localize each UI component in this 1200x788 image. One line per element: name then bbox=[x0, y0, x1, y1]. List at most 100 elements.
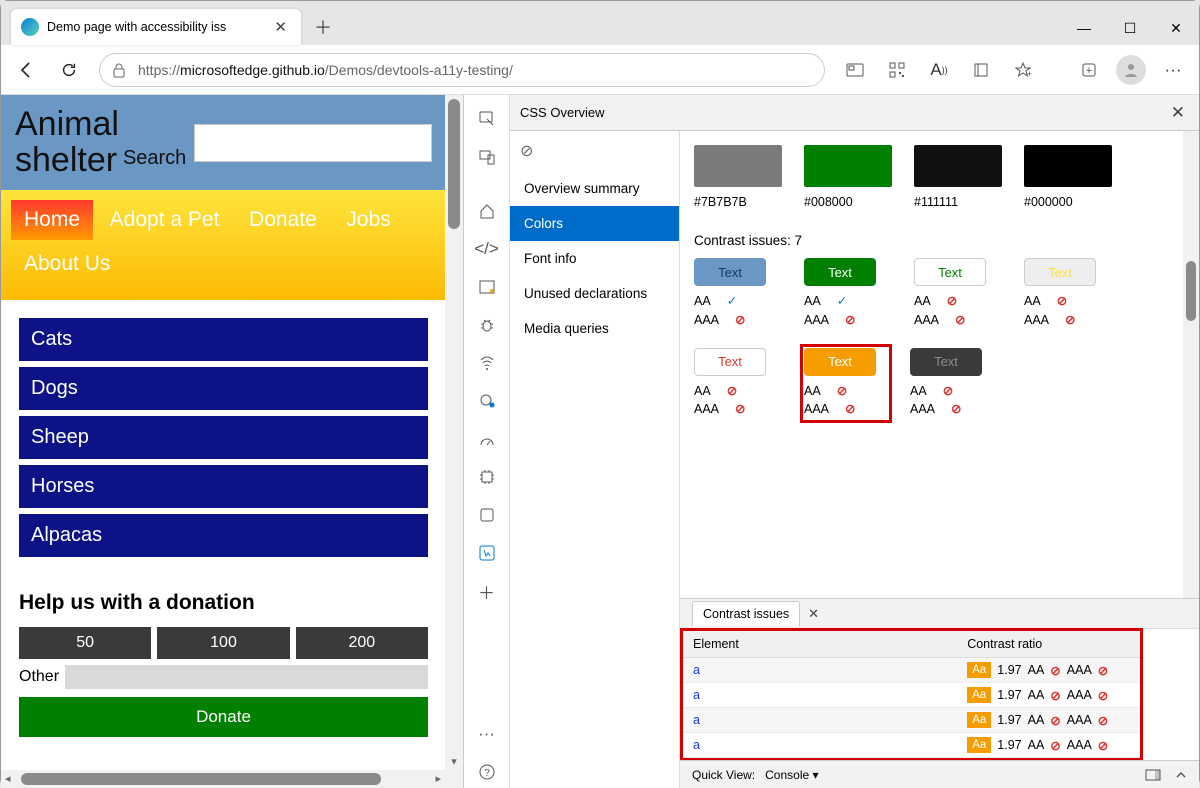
close-contrast-tab-icon[interactable]: ✕ bbox=[808, 606, 819, 622]
tab-close-icon[interactable]: ✕ bbox=[270, 18, 291, 36]
list-item[interactable]: Horses bbox=[19, 465, 428, 508]
main-nav: Home Adopt a Pet Donate Jobs About Us bbox=[1, 190, 446, 300]
list-item[interactable]: Cats bbox=[19, 318, 428, 361]
url-domain: microsoftedge.github.io bbox=[180, 62, 325, 78]
minimize-button[interactable]: ― bbox=[1061, 11, 1107, 45]
quick-view-bar: Quick View: Console ▾ bbox=[680, 760, 1199, 788]
table-row[interactable]: aAa1.97AA⊘AAA⊘ bbox=[683, 683, 1140, 708]
refresh-button[interactable] bbox=[51, 52, 87, 88]
screenshot-icon[interactable] bbox=[837, 52, 873, 88]
amount-100[interactable]: 100 bbox=[157, 627, 289, 659]
memory-icon[interactable] bbox=[471, 461, 503, 493]
extensions-icon[interactable]: + bbox=[1071, 52, 1107, 88]
contrast-tab[interactable]: Contrast issues bbox=[692, 601, 800, 626]
new-tab-button[interactable]: ＋ bbox=[307, 11, 339, 43]
menu-unused[interactable]: Unused declarations bbox=[510, 276, 679, 311]
lightbulb-icon[interactable] bbox=[471, 385, 503, 417]
css-overview-icon[interactable] bbox=[471, 537, 503, 569]
search-label: Search bbox=[123, 147, 186, 170]
device-icon[interactable] bbox=[471, 141, 503, 173]
nav-adopt[interactable]: Adopt a Pet bbox=[97, 200, 233, 240]
elements-icon[interactable]: </> bbox=[471, 233, 503, 265]
read-aloud-icon[interactable]: A)) bbox=[921, 52, 957, 88]
donation-section: Help us with a donation 50 100 200 Other… bbox=[1, 563, 446, 747]
pane-scrollbar[interactable] bbox=[1183, 131, 1199, 598]
devtools-tabbar: CSS Overview ✕ bbox=[510, 95, 1199, 131]
nav-jobs[interactable]: Jobs bbox=[333, 200, 403, 240]
more-menu-icon[interactable]: ··· bbox=[1155, 52, 1191, 88]
color-swatch[interactable]: #000000 bbox=[1024, 145, 1112, 209]
table-row[interactable]: aAa1.97AA⊘AAA⊘ bbox=[683, 658, 1140, 683]
chevron-up-icon[interactable] bbox=[1175, 769, 1187, 781]
back-button[interactable] bbox=[9, 52, 45, 88]
nav-home[interactable]: Home bbox=[11, 200, 93, 240]
performance-icon[interactable] bbox=[471, 423, 503, 455]
contrast-tile[interactable]: Text AA⊘ AAA⊘ bbox=[694, 348, 782, 420]
menu-media[interactable]: Media queries bbox=[510, 311, 679, 346]
contrast-tile[interactable]: Text AA✓ AAA⊘ bbox=[694, 258, 782, 330]
overview-sidebar: ⊘ Overview summary Colors Font info Unus… bbox=[510, 131, 680, 788]
amount-200[interactable]: 200 bbox=[296, 627, 428, 659]
maximize-button[interactable]: ☐ bbox=[1107, 11, 1153, 45]
dock-icon[interactable] bbox=[1145, 769, 1161, 781]
quickview-value[interactable]: Console ▾ bbox=[765, 768, 818, 782]
help-icon[interactable]: ? bbox=[471, 756, 503, 788]
panel-title: CSS Overview bbox=[520, 105, 605, 120]
contrast-tile[interactable]: Text AA✓ AAA⊘ bbox=[804, 258, 892, 330]
collections-icon[interactable] bbox=[963, 52, 999, 88]
contrast-issues-panel: Contrast issues ✕ Element Contrast ratio… bbox=[680, 598, 1199, 760]
menu-overview[interactable]: Overview summary bbox=[510, 171, 679, 206]
close-window-button[interactable]: ✕ bbox=[1153, 11, 1199, 45]
list-item[interactable]: Alpacas bbox=[19, 514, 428, 557]
other-amount-input[interactable] bbox=[65, 665, 428, 689]
menu-colors[interactable]: Colors bbox=[510, 206, 679, 241]
nav-donate[interactable]: Donate bbox=[236, 200, 330, 240]
favorites-icon[interactable]: + bbox=[1005, 52, 1041, 88]
browser-toolbar: https://microsoftedge.github.io/Demos/de… bbox=[1, 45, 1199, 95]
color-swatch[interactable]: #008000 bbox=[804, 145, 892, 209]
svg-text:+: + bbox=[1086, 65, 1092, 77]
address-bar[interactable]: https://microsoftedge.github.io/Demos/de… bbox=[99, 53, 825, 87]
console-icon[interactable] bbox=[471, 271, 503, 303]
contrast-tile[interactable]: Text AA⊘ AAA⊘ bbox=[802, 346, 890, 422]
url-prefix: https:// bbox=[138, 62, 180, 78]
list-item[interactable]: Dogs bbox=[19, 367, 428, 410]
contrast-issues-heading: Contrast issues: 7 bbox=[694, 233, 1185, 248]
color-swatch[interactable]: #111111 bbox=[914, 145, 1002, 209]
menu-fontinfo[interactable]: Font info bbox=[510, 241, 679, 276]
profile-avatar[interactable] bbox=[1113, 52, 1149, 88]
page-vertical-scrollbar[interactable]: ▴▾ bbox=[445, 95, 463, 788]
network-icon[interactable] bbox=[471, 347, 503, 379]
browser-tab[interactable]: Demo page with accessibility iss ✕ bbox=[11, 9, 301, 45]
qr-icon[interactable] bbox=[879, 52, 915, 88]
donate-button[interactable]: Donate bbox=[19, 697, 428, 737]
svg-text:?: ? bbox=[484, 768, 490, 779]
bug-icon[interactable] bbox=[471, 309, 503, 341]
contrast-tile[interactable]: Text AA⊘ AAA⊘ bbox=[1024, 258, 1112, 330]
clear-icon[interactable]: ⊘ bbox=[510, 131, 679, 171]
add-tool-icon[interactable]: ＋ bbox=[471, 575, 503, 607]
site-header: Animalshelter Search bbox=[1, 95, 446, 190]
nav-about[interactable]: About Us bbox=[11, 244, 123, 284]
table-row[interactable]: aAa1.97AA⊘AAA⊘ bbox=[683, 733, 1140, 758]
overview-pane: #7B7B7B #008000 #111111 #000000 Contrast is… bbox=[680, 131, 1199, 598]
col-element: Element bbox=[683, 631, 957, 658]
contrast-tile[interactable]: Text AA⊘ AAA⊘ bbox=[910, 348, 998, 420]
search-input[interactable] bbox=[194, 124, 432, 162]
color-swatch[interactable]: #7B7B7B bbox=[694, 145, 782, 209]
devtools-icon-rail: </> ＋ ··· ? bbox=[464, 95, 510, 788]
home-icon[interactable] bbox=[471, 195, 503, 227]
list-item[interactable]: Sheep bbox=[19, 416, 428, 459]
edge-favicon bbox=[21, 18, 39, 36]
close-devtools-icon[interactable]: ✕ bbox=[1167, 99, 1189, 127]
table-row[interactable]: aAa1.97AA⊘AAA⊘ bbox=[683, 708, 1140, 733]
more-tools-icon[interactable]: ··· bbox=[471, 718, 503, 750]
lock-icon bbox=[112, 62, 126, 78]
inspect-icon[interactable] bbox=[471, 103, 503, 135]
svg-text:+: + bbox=[1027, 69, 1032, 79]
tab-title: Demo page with accessibility iss bbox=[47, 20, 270, 34]
contrast-tile[interactable]: Text AA⊘ AAA⊘ bbox=[914, 258, 1002, 330]
amount-50[interactable]: 50 bbox=[19, 627, 151, 659]
page-horizontal-scrollbar[interactable]: ◂▸ bbox=[1, 770, 445, 788]
application-icon[interactable] bbox=[471, 499, 503, 531]
